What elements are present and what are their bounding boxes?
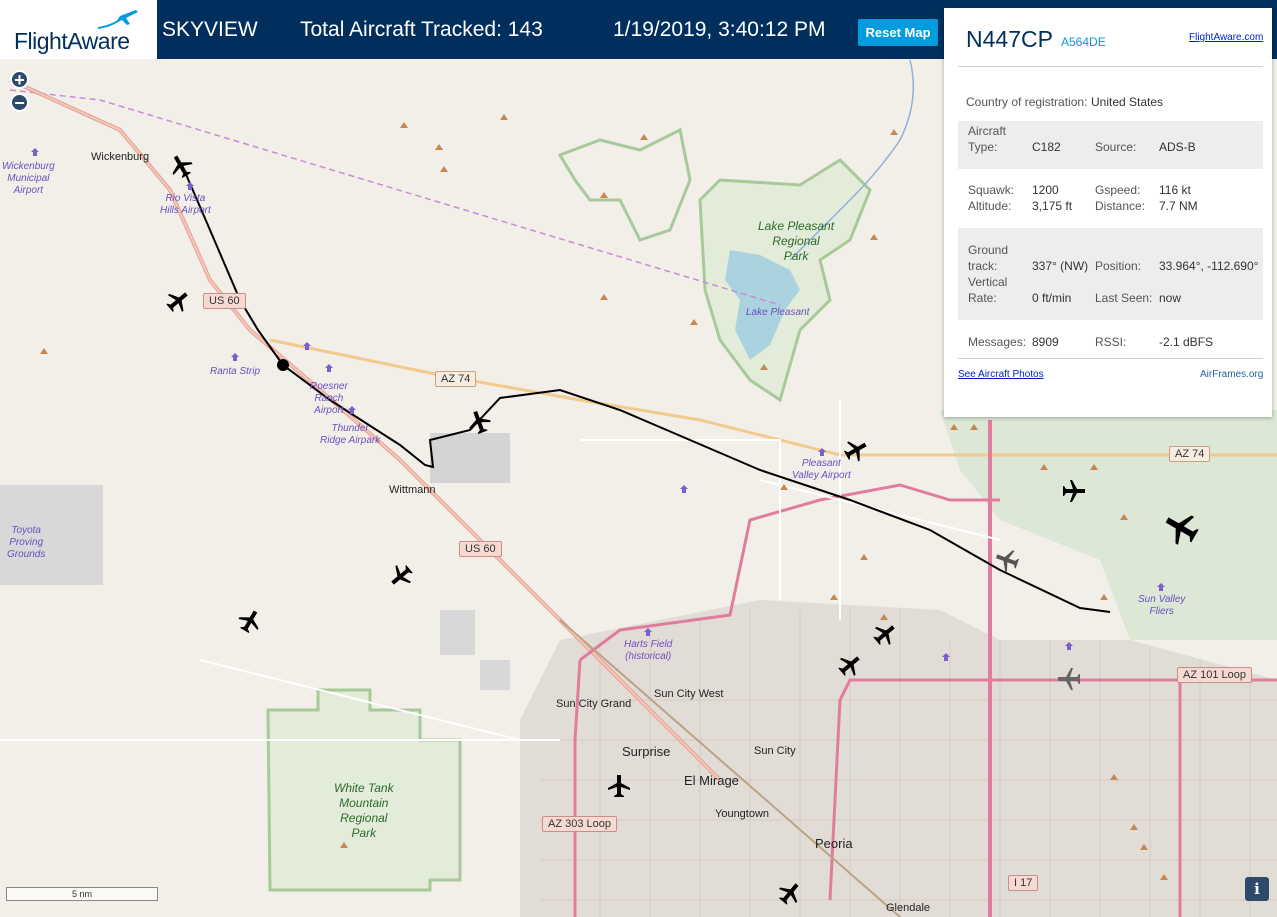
aircraft-photos-link[interactable]: See Aircraft Photos (958, 369, 1044, 380)
distance-label: Distance: (1095, 199, 1146, 213)
aircraft-detail-panel: N447CP A564DE FlightAware.com Country of… (944, 8, 1272, 417)
gspeed-label: Gspeed: (1095, 183, 1141, 197)
map-label-toyota: Toyota Proving Grounds (7, 525, 46, 560)
last-seen-value: now (1159, 291, 1182, 305)
reset-map-button[interactable]: Reset Map (858, 19, 938, 46)
map-label-thunder-ridge: Thunder Ridge Airpark (320, 423, 381, 446)
aircraft-icon[interactable] (837, 652, 863, 678)
panel-header: N447CP A564DE FlightAware.com (944, 8, 1272, 66)
messages-label: Messages: (968, 335, 1027, 349)
page-title: SKYVIEW (162, 18, 258, 41)
aircraft-icon[interactable] (1056, 666, 1082, 692)
aircraft-count: Total Aircraft Tracked: 143 (300, 18, 543, 41)
road-shield-az74: AZ 74 (1169, 446, 1211, 462)
gspeed-value: 116 kt (1159, 183, 1191, 197)
zoom-in-button[interactable]: + (10, 70, 29, 89)
map-label-wickenburg: Wickenburg (91, 151, 150, 163)
vertical-rate-value: 0 ft/min (1032, 291, 1072, 305)
road-shield-az303: AZ 303 Loop (542, 816, 617, 832)
airframes-link[interactable]: AirFrames.org (1200, 369, 1263, 380)
aircraft-icon[interactable] (872, 621, 898, 647)
position-label: Position: (1095, 259, 1142, 273)
map-label-white-tank: White Tank Mountain Regional Park (334, 781, 394, 840)
info-button[interactable]: i (1245, 877, 1269, 901)
map-label-rio-vista: Rio Vista Hills Airport (160, 193, 211, 216)
panel-divider (958, 358, 1263, 359)
road-shield-us60: US 60 (459, 541, 502, 557)
aircraft-icon[interactable] (165, 288, 191, 314)
timestamp: 1/19/2019, 3:40:12 PM (613, 18, 826, 41)
map-label-wickenburg-airport: Wickenburg Municipal Airport (2, 161, 55, 196)
country-value: United States (1091, 95, 1164, 109)
map-label-roesner: Roesner Ranch Airport (310, 381, 348, 416)
altitude-value: 3,175 ft (1032, 199, 1073, 213)
map-label-sun-city: Sun City (754, 745, 796, 757)
aircraft-icon[interactable] (237, 608, 263, 634)
road-shield-us60: US 60 (203, 293, 246, 309)
map-label-ranta-strip: Ranta Strip (210, 366, 261, 377)
aircraft-icon[interactable] (168, 153, 194, 179)
map-label-lake-pleasant-park: Lake Pleasant Regional Park (758, 219, 835, 263)
source-value: ADS-B (1159, 140, 1196, 154)
selected-aircraft-icon[interactable] (466, 409, 492, 435)
flightaware-logo[interactable]: FlightAware (0, 0, 157, 59)
map-label-sun-city-west: Sun City West (654, 688, 724, 700)
road-shield-az74: AZ 74 (435, 371, 477, 387)
aircraft-icon[interactable] (1162, 509, 1200, 547)
map-label-glendale: Glendale (886, 902, 931, 914)
squawk-label: Squawk: (968, 183, 1015, 197)
aircraft-type-label: Aircraft Type: (968, 124, 1007, 154)
rssi-label: RSSI: (1095, 335, 1127, 349)
flightaware-link[interactable]: FlightAware.com (1189, 32, 1263, 43)
map-label-sun-valley: Sun Valley Fliers (1138, 594, 1186, 617)
aircraft-icon[interactable] (1061, 478, 1087, 504)
map-label-sun-city-grand: Sun City Grand (556, 698, 632, 710)
distance-value: 7.7 NM (1159, 199, 1198, 213)
aircraft-type-value: C182 (1032, 140, 1061, 154)
map-label-wittmann: Wittmann (389, 484, 436, 496)
map-label-pleasant-valley: Pleasant Valley Airport (792, 458, 851, 481)
squawk-value: 1200 (1032, 183, 1059, 197)
rssi-value: -2.1 dBFS (1159, 335, 1214, 349)
aircraft-icon[interactable] (606, 773, 632, 799)
source-label: Source: (1095, 140, 1137, 154)
last-seen-label: Last Seen: (1095, 291, 1153, 305)
country-label: Country of registration: (966, 95, 1088, 109)
position-value: 33.964°, -112.690° (1159, 259, 1259, 273)
map-label-youngtown: Youngtown (715, 808, 770, 820)
aircraft-icon[interactable] (994, 547, 1020, 573)
messages-value: 8909 (1032, 335, 1059, 349)
zoom-out-button[interactable]: − (10, 93, 29, 112)
ground-track-value: 337° (NW) (1032, 259, 1089, 273)
map-label-harts-field: Harts Field (historical) (624, 639, 673, 662)
aircraft-hex-code: A564DE (1061, 35, 1106, 49)
ground-track-label: Ground track: (968, 243, 1009, 273)
panel-divider (958, 66, 1263, 67)
aircraft-icon[interactable] (388, 563, 414, 589)
altitude-label: Altitude: (968, 199, 1012, 213)
aircraft-tail-number: N447CP (966, 26, 1053, 52)
map-label-el-mirage: El Mirage (684, 773, 739, 788)
scale-bar: 5 nm (6, 887, 158, 901)
road-shield-az101: AZ 101 Loop (1177, 667, 1252, 683)
logo-text: FlightAware (14, 28, 130, 54)
map-label-surprise: Surprise (622, 744, 671, 759)
aircraft-icon[interactable] (777, 880, 803, 906)
vertical-rate-label: Vertical Rate: (968, 275, 1008, 305)
map-label-lake-pleasant: Lake Pleasant (746, 307, 810, 318)
map-label-peoria: Peoria (815, 836, 853, 851)
road-shield-i17: I 17 (1008, 875, 1039, 891)
